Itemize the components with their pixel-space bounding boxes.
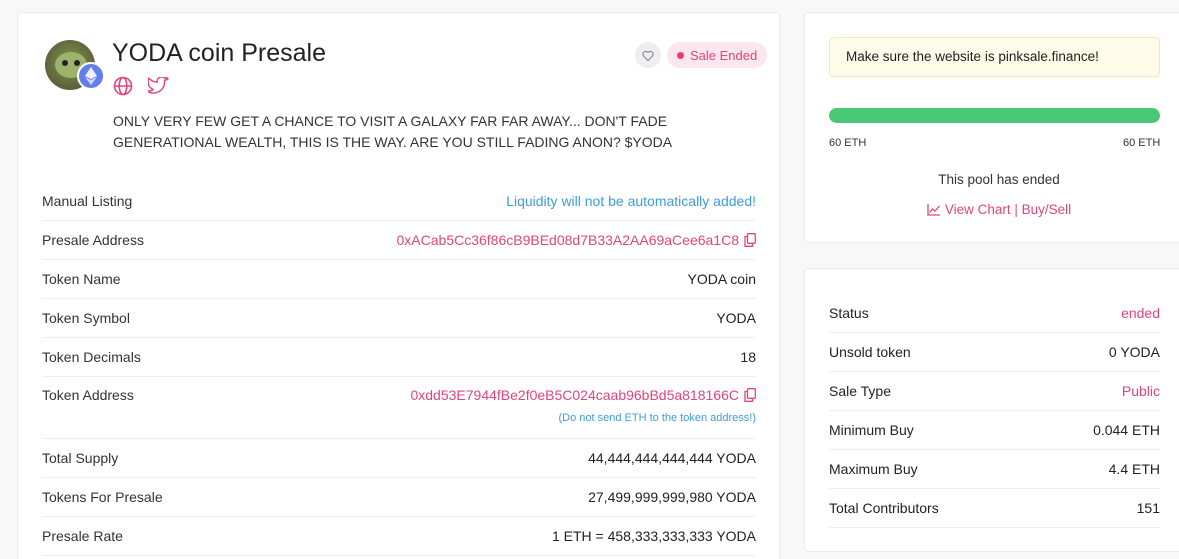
details-table: Manual Listing Liquidity will not be aut… (42, 182, 756, 556)
detail-row-token-address: Token Address 0xdd53E7944fBe2f0eB5C024ca… (42, 377, 756, 439)
stat-row-status: Status ended (829, 294, 1160, 333)
progress-max-label: 60 ETH (1123, 137, 1161, 149)
stat-row-unsold-token: Unsold token 0 YODA (829, 333, 1160, 372)
pool-progress-card: Make sure the website is pinksale.financ… (804, 12, 1179, 243)
stat-row-sale-type: Sale Type Public (829, 372, 1160, 411)
progress-bar (829, 108, 1160, 123)
detail-row-presale-address: Presale Address 0xACab5Cc36f86cB9BEd08d7… (42, 221, 756, 260)
stat-row-total-contributors: Total Contributors 151 (829, 489, 1160, 528)
presale-card: YODA coin Presale Sale Ended ONLY VERY F… (17, 12, 780, 559)
status-badge: Sale Ended (667, 42, 768, 68)
presale-address-link[interactable]: 0xACab5Cc36f86cB9BEd08d7B33A2AA69aCee6a1… (397, 232, 739, 248)
detail-row-total-supply: Total Supply 44,444,444,444,444 YODA (42, 439, 756, 478)
detail-row-tokens-for-presale: Tokens For Presale 27,499,999,999,980 YO… (42, 478, 756, 517)
detail-row-manual-listing: Manual Listing Liquidity will not be aut… (42, 182, 756, 221)
token-address-note: (Do not send ETH to the token address!) (558, 412, 757, 424)
pool-status-text: This pool has ended (938, 172, 1060, 187)
sale-stats-card: Status ended Unsold token 0 YODA Sale Ty… (804, 268, 1179, 552)
token-address-link[interactable]: 0xdd53E7944fBe2f0eB5C024caab96bBd5a81816… (410, 387, 739, 403)
favorite-button[interactable] (635, 42, 661, 68)
website-warning: Make sure the website is pinksale.financ… (829, 37, 1160, 77)
detail-row-presale-rate: Presale Rate 1 ETH = 458,333,333,333 YOD… (42, 517, 756, 556)
ethereum-icon (77, 62, 105, 90)
copy-icon[interactable] (744, 388, 756, 402)
presale-description: ONLY VERY FEW GET A CHANCE TO VISIT A GA… (113, 113, 673, 150)
detail-row-token-decimals: Token Decimals 18 (42, 338, 756, 377)
chart-line-icon (927, 203, 940, 216)
view-chart-link[interactable]: View Chart | Buy/Sell (805, 202, 1179, 217)
heart-icon (642, 50, 654, 61)
progress-fill (829, 108, 1160, 123)
presale-title: YODA coin Presale (112, 39, 326, 67)
stat-row-maximum-buy: Maximum Buy 4.4 ETH (829, 450, 1160, 489)
globe-icon[interactable] (112, 75, 134, 97)
detail-row-token-name: Token Name YODA coin (42, 260, 756, 299)
detail-row-token-symbol: Token Symbol YODA (42, 299, 756, 338)
progress-min-label: 60 ETH (829, 137, 867, 149)
stat-row-minimum-buy: Minimum Buy 0.044 ETH (829, 411, 1160, 450)
twitter-icon[interactable] (147, 75, 169, 97)
copy-icon[interactable] (744, 233, 756, 247)
